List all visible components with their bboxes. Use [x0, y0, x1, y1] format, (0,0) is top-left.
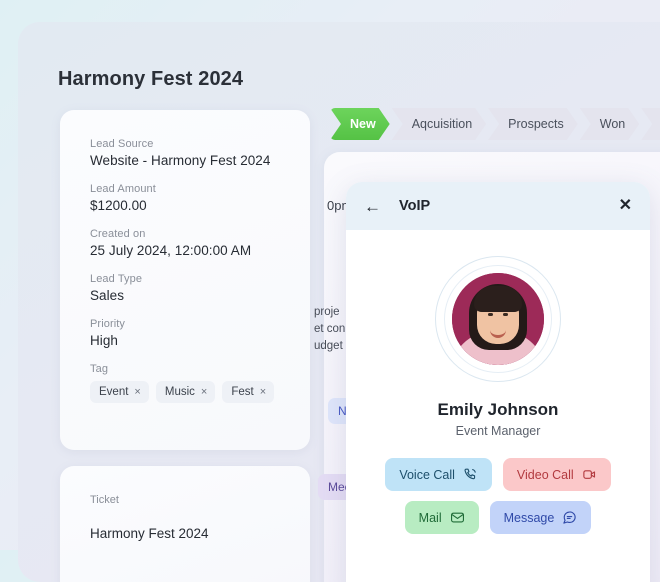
field-label: Lead Type [90, 273, 143, 285]
ticket-label: Ticket [90, 494, 119, 506]
contact-actions-row-secondary: Mail Message [346, 501, 650, 534]
envelope-icon [450, 510, 465, 525]
tag-chip[interactable]: Fest × [222, 381, 275, 403]
pipeline-stage-aqcuisition[interactable]: Aqcuisition [392, 108, 486, 140]
field-value: Sales [90, 288, 125, 303]
voice-call-button[interactable]: Voice Call [385, 458, 492, 491]
voip-modal-title: VoIP [399, 198, 431, 214]
contact-actions: Voice Call Video Call Mail Message [346, 458, 650, 544]
field-value: Website - Harmony Fest 2024 [90, 153, 271, 168]
field-lead-amount: Lead Amount $1200.00 [90, 183, 284, 213]
video-camera-icon [582, 467, 597, 482]
mail-label: Mail [418, 510, 442, 525]
pipeline-stage-new[interactable]: New [330, 108, 390, 140]
avatar-hair-top [474, 286, 522, 312]
contact-role: Event Manager [455, 424, 541, 438]
avatar [452, 273, 544, 365]
field-label: Created on [90, 228, 146, 240]
field-lead-source: Lead Source Website - Harmony Fest 2024 [90, 138, 284, 168]
ticket-card: Ticket Harmony Fest 2024 [60, 466, 310, 582]
field-priority: Priority High [90, 318, 284, 348]
video-call-label: Video Call [516, 467, 574, 482]
tag-chip[interactable]: Event × [90, 381, 149, 403]
voip-modal-header: ← VoIP ✕ [346, 182, 650, 230]
voip-modal: ← VoIP ✕ Emily Johnson Event Manager Voi… [346, 182, 650, 582]
field-value: High [90, 333, 118, 348]
avatar-eye-right [503, 313, 508, 316]
tag-chip[interactable]: Music × [155, 381, 216, 403]
video-call-button[interactable]: Video Call [502, 458, 611, 491]
message-label: Message [503, 510, 555, 525]
tag-remove-icon[interactable]: × [134, 386, 140, 398]
voip-modal-body: Emily Johnson Event Manager Voice Call V… [346, 230, 650, 544]
field-label: Lead Source [90, 138, 154, 150]
pipeline-stages: New Aqcuisition Prospects Won Los [330, 108, 660, 140]
contact-actions-row-primary: Voice Call Video Call [346, 458, 650, 491]
tag-remove-icon[interactable]: × [201, 386, 207, 398]
field-value: $1200.00 [90, 198, 147, 213]
contact-name: Emily Johnson [437, 400, 559, 419]
tag-label: Fest [231, 386, 254, 398]
tag-remove-icon[interactable]: × [260, 386, 266, 398]
voice-call-label: Voice Call [399, 467, 455, 482]
message-button[interactable]: Message [489, 501, 592, 534]
close-icon[interactable]: ✕ [619, 198, 632, 214]
avatar-outer-ring [435, 256, 561, 382]
back-arrow-icon[interactable]: ← [364, 198, 381, 215]
field-lead-type: Lead Type Sales [90, 273, 284, 303]
tag-list: Event × Music × Fest × [90, 381, 284, 403]
tag-label: Music [164, 386, 195, 398]
lead-detail-card: Lead Source Website - Harmony Fest 2024 … [60, 110, 310, 450]
avatar-eye-left [488, 313, 493, 316]
field-tag: Tag Event × Music × Fest × [90, 363, 284, 403]
ticket-value: Harmony Fest 2024 [90, 526, 209, 541]
field-label: Lead Amount [90, 183, 156, 195]
tag-label: Event [99, 386, 129, 398]
field-created-on: Created on 25 July 2024, 12:00:00 AM [90, 228, 284, 258]
field-value: 25 July 2024, 12:00:00 AM [90, 243, 252, 258]
phone-icon [463, 467, 478, 482]
page-title: Harmony Fest 2024 [58, 68, 244, 90]
avatar-inner-ring [444, 265, 552, 373]
mail-button[interactable]: Mail [404, 501, 479, 534]
field-label: Priority [90, 318, 126, 330]
pipeline-stage-prospects[interactable]: Prospects [488, 108, 578, 140]
chat-bubble-icon [562, 510, 577, 525]
pipeline-stage-lost[interactable]: Los [641, 108, 660, 140]
field-label: Tag [90, 363, 109, 375]
app-shell: Harmony Fest 2024 Lead Source Website - … [18, 22, 660, 582]
pipeline-stage-won[interactable]: Won [580, 108, 639, 140]
